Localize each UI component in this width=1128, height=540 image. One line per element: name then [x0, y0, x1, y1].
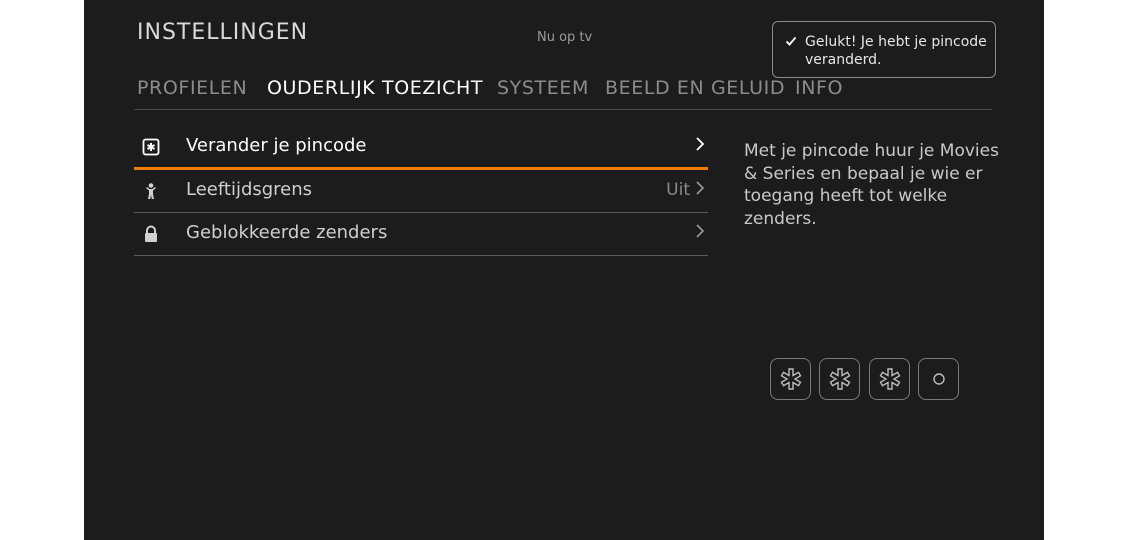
asterisk-icon — [829, 368, 850, 390]
tab-systeem[interactable]: SYSTEEM — [497, 77, 589, 99]
pin-digit-filled — [770, 358, 811, 400]
asterisk-icon — [780, 368, 801, 390]
tab-profielen[interactable]: PROFIELEN — [137, 77, 247, 99]
check-icon — [785, 35, 797, 51]
tab-ouderlijk-toezicht[interactable]: OUDERLIJK TOEZICHT — [267, 77, 483, 99]
menu-item-blocked-channels[interactable]: Geblokkeerde zenders — [134, 213, 708, 256]
menu-item-label: Leeftijdsgrens — [186, 179, 313, 200]
chevron-right-icon — [694, 222, 706, 240]
menu-item-age-limit[interactable]: Leeftijdsgrens Uit — [134, 170, 708, 213]
asterisk-icon — [879, 368, 900, 390]
tab-beeld-en-geluid[interactable]: BEELD EN GELUID — [605, 77, 785, 99]
circle-icon — [932, 373, 945, 385]
pin-digit-empty — [918, 358, 959, 400]
tab-info[interactable]: INFO — [795, 77, 843, 99]
menu-item-label: Geblokkeerde zenders — [186, 222, 388, 243]
settings-screen: INSTELLINGEN Nu op tv Gelukt! Je hebt je… — [84, 0, 1044, 540]
menu-item-label: Verander je pincode — [186, 135, 367, 156]
page-title: INSTELLINGEN — [137, 20, 309, 45]
menu-item-change-pincode[interactable]: Verander je pincode — [134, 126, 708, 170]
toast-message: Gelukt! Je hebt je pincode veranderd. — [805, 34, 987, 68]
now-on-tv-label[interactable]: Nu op tv — [537, 30, 592, 45]
pincode-asterisk-icon — [142, 138, 160, 156]
child-figure-icon — [142, 182, 160, 200]
tabs-divider — [134, 109, 992, 110]
pin-digit-filled — [869, 358, 910, 400]
success-toast: Gelukt! Je hebt je pincode veranderd. — [772, 21, 996, 78]
chevron-right-icon — [694, 135, 706, 153]
pin-digit-filled — [819, 358, 860, 400]
settings-menu: Verander je pincode Leeftijdsgrens Uit G… — [134, 126, 708, 256]
lock-icon — [142, 225, 160, 243]
chevron-right-icon — [694, 179, 706, 197]
menu-item-value: Uit — [666, 180, 690, 200]
pincode-description: Met je pincode huur je Movies & Series e… — [744, 141, 999, 229]
